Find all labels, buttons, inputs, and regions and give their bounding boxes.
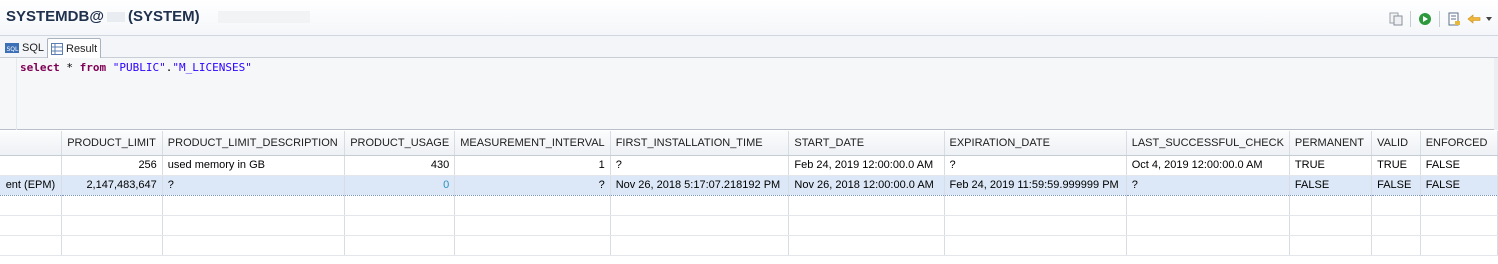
copy-icon[interactable] (1388, 11, 1404, 27)
column-header[interactable] (0, 131, 63, 156)
sql-statement[interactable]: select * from "PUBLIC"."M_LICENSES" (20, 61, 252, 74)
table-cell[interactable]: ? (162, 174, 346, 196)
column-header-enforced[interactable]: ENFORCED (1420, 131, 1498, 156)
result-grid: PRODUCT_LIMIT PRODUCT_LIMIT_DESCRIPTION … (0, 131, 1498, 264)
table-row[interactable]: 256 used memory in GB 430 1 ? Feb 24, 20… (0, 155, 1498, 176)
column-header-permanent[interactable]: PERMANENT (1289, 131, 1373, 156)
table-cell[interactable]: ent (EPM) (0, 174, 63, 196)
table-cell[interactable] (0, 155, 63, 176)
tab-result-label: Result (66, 42, 98, 55)
sql-icon: SQL (5, 43, 19, 53)
connection-title: SYSTEMDB@ (SYSTEM) (6, 8, 310, 25)
tab-sql-label: SQL (22, 42, 45, 54)
column-header-expiration-date[interactable]: EXPIRATION_DATE (944, 131, 1127, 156)
settings-icon[interactable] (1446, 11, 1462, 27)
table-cell[interactable]: FALSE (1289, 174, 1373, 196)
column-header-valid[interactable]: VALID (1371, 131, 1421, 156)
table-cell[interactable]: FALSE (1420, 155, 1498, 176)
table-cell[interactable]: Feb 24, 2019 12:00:00.0 AM (788, 155, 945, 176)
sql-space (106, 61, 113, 74)
sql-editor[interactable]: select * from "PUBLIC"."M_LICENSES" (0, 58, 1498, 130)
empty-row (0, 215, 1498, 236)
sql-star: * (59, 61, 80, 74)
header-row: PRODUCT_LIMIT PRODUCT_LIMIT_DESCRIPTION … (0, 131, 1498, 156)
column-header-product-usage[interactable]: PRODUCT_USAGE (344, 131, 456, 156)
column-header-product-limit[interactable]: PRODUCT_LIMIT (61, 131, 163, 156)
tab-sql[interactable]: SQL SQL (2, 38, 47, 58)
table-cell[interactable]: ? (1126, 174, 1290, 196)
column-header-first-installation-time[interactable]: FIRST_INSTALLATION_TIME (610, 131, 790, 156)
table-cell[interactable]: Oct 4, 2019 12:00:00.0 AM (1126, 155, 1290, 176)
redacted-text (217, 11, 310, 24)
table-cell[interactable]: 2,147,483,647 (61, 174, 163, 196)
title-suffix: (SYSTEM) (127, 8, 200, 25)
table-row-selected[interactable]: ent (EPM) 2,147,483,647 ? 0 ? Nov 26, 20… (0, 174, 1498, 196)
table-cell[interactable]: 0 (344, 174, 456, 196)
table-cell[interactable]: FALSE (1420, 174, 1498, 196)
table-cell[interactable]: TRUE (1371, 155, 1421, 176)
sql-keyword-from: from (79, 61, 107, 74)
empty-row (0, 235, 1498, 256)
sql-schema: "PUBLIC" (112, 61, 166, 74)
table-cell[interactable]: FALSE (1371, 174, 1421, 196)
svg-text:SQL: SQL (7, 46, 20, 53)
column-header-last-successful-check[interactable]: LAST_SUCCESSFUL_CHECK (1126, 131, 1290, 156)
tab-result[interactable]: Result (47, 38, 102, 58)
table-cell[interactable]: Nov 26, 2018 12:00:00.0 AM (788, 174, 945, 196)
empty-row (0, 195, 1498, 216)
execute-icon[interactable] (1417, 11, 1433, 27)
table-cell[interactable]: used memory in GB (162, 155, 346, 176)
column-header-measurement-interval[interactable]: MEASUREMENT_INTERVAL (454, 131, 611, 156)
editor-tabs: SQL SQL Result (0, 36, 1498, 58)
toolbar (1388, 10, 1492, 28)
toolbar-separator (1439, 11, 1440, 27)
column-header-start-date[interactable]: START_DATE (788, 131, 945, 156)
result-table: PRODUCT_LIMIT PRODUCT_LIMIT_DESCRIPTION … (0, 131, 1498, 256)
table-cell[interactable]: Feb 24, 2019 11:59:59.999999 PM (944, 174, 1127, 196)
sql-table: "M_LICENSES" (172, 61, 252, 74)
back-arrow-icon[interactable] (1466, 11, 1482, 27)
grid-icon (51, 42, 63, 55)
title-prefix: SYSTEMDB@ (6, 8, 104, 25)
column-header-product-limit-description[interactable]: PRODUCT_LIMIT_DESCRIPTION (162, 131, 346, 156)
editor-scrollbar[interactable] (1494, 58, 1498, 130)
editor-header: SYSTEMDB@ (SYSTEM) (0, 0, 1498, 36)
table-cell[interactable]: 256 (61, 155, 163, 176)
toolbar-separator (1410, 11, 1411, 27)
redacted-host (106, 12, 125, 23)
editor-gutter (16, 58, 17, 130)
table-cell[interactable]: ? (944, 155, 1127, 176)
table-cell[interactable]: 1 (454, 155, 611, 176)
table-cell[interactable]: 430 (344, 155, 456, 176)
table-cell[interactable]: ? (454, 174, 611, 196)
table-cell[interactable]: TRUE (1289, 155, 1373, 176)
table-cell[interactable]: Nov 26, 2018 5:17:07.218192 PM (610, 174, 790, 196)
sql-keyword-select: select (20, 61, 60, 74)
chevron-down-icon[interactable] (1486, 11, 1492, 27)
table-cell[interactable]: ? (610, 155, 790, 176)
